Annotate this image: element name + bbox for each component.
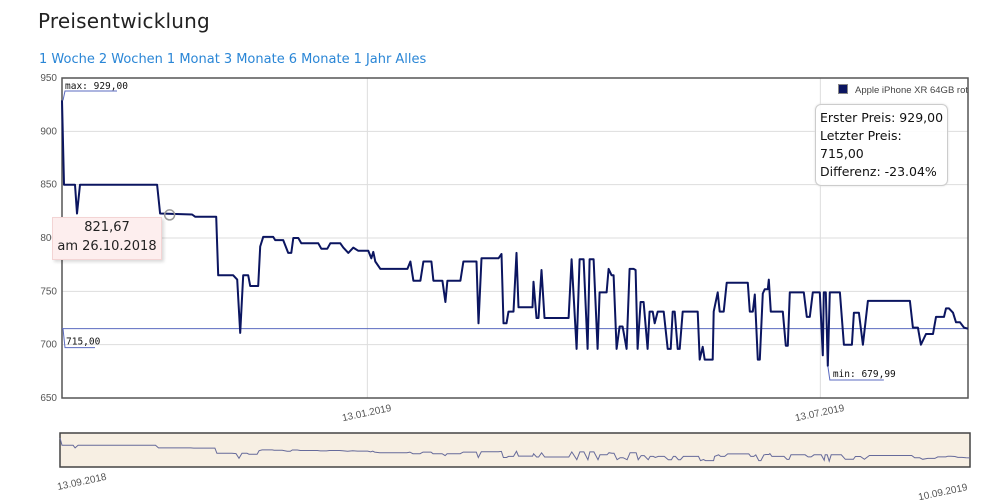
tooltip-date: am 26.10.2018 (57, 239, 157, 254)
y-tick-label: 700 (40, 340, 57, 351)
navigator-start-label: 13.09.2018 (56, 472, 108, 493)
navigator (59, 432, 971, 468)
max-label: max: 929,00 (65, 81, 128, 92)
tooltip-value: 821,67 (84, 220, 130, 235)
legend-swatch (838, 84, 848, 94)
legend-item[interactable]: Apple iPhone XR 64GB rot (838, 84, 968, 96)
y-tick-label: 950 (40, 73, 57, 84)
legend-label: Apple iPhone XR 64GB rot (855, 85, 969, 96)
first-price: Erster Preis: 929,00 (820, 110, 944, 125)
x-tick-label: 13.01.2019 (341, 403, 393, 424)
price-difference: Differenz: -23.04% (820, 164, 937, 179)
y-tick-label: 850 (40, 180, 57, 191)
min-label: min: 679,99 (833, 369, 896, 380)
last-price-label: 715,00 (66, 337, 101, 348)
price-stats-box: Erster Preis: 929,00 Letzter Preis: 715,… (815, 104, 948, 186)
last-price: Letzter Preis: 715,00 (820, 128, 902, 161)
y-tick-label: 750 (40, 286, 57, 297)
hover-tooltip: 821,67 am 26.10.2018 (52, 217, 162, 260)
navigator-end-label: 10.09.2019 (917, 482, 969, 500)
y-tick-label: 900 (40, 126, 57, 137)
x-tick-label: 13.07.2019 (794, 403, 846, 424)
y-tick-label: 650 (40, 393, 57, 404)
